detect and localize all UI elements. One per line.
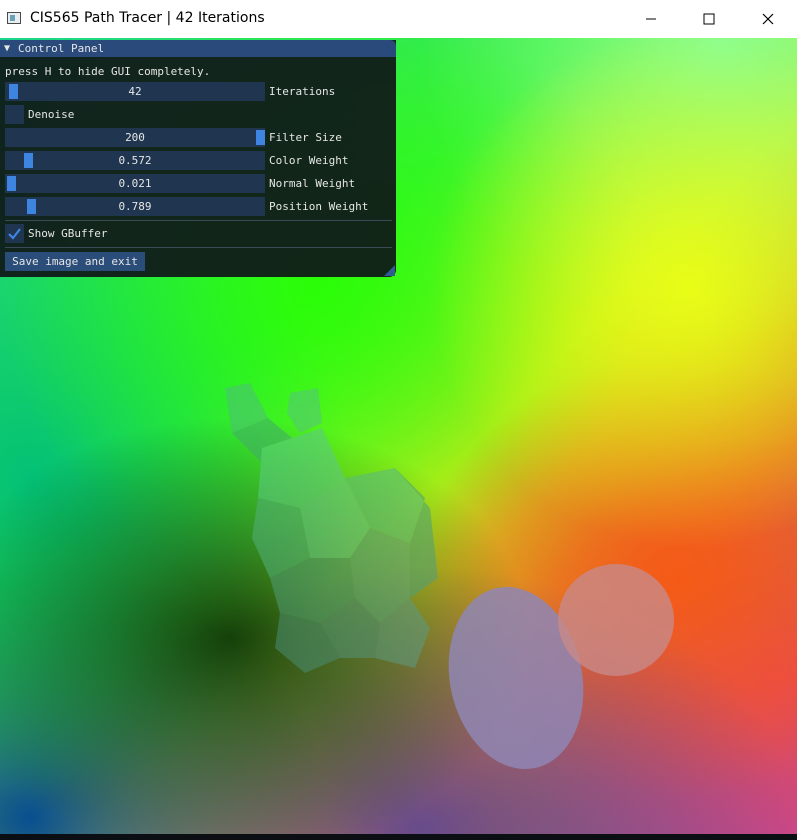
iterations-slider[interactable]: 42 [5, 82, 265, 101]
filter-size-label: Filter Size [269, 131, 342, 144]
close-button[interactable] [739, 0, 797, 38]
control-panel: ▼ Control Panel press H to hide GUI comp… [0, 40, 396, 277]
color-weight-label: Color Weight [269, 154, 349, 167]
maximize-button[interactable] [680, 0, 738, 38]
bunny-mesh [225, 383, 438, 673]
checkmark-icon [8, 228, 21, 240]
resize-grip-icon[interactable] [384, 265, 395, 276]
denoise-checkbox[interactable] [5, 105, 24, 124]
minimize-icon [646, 18, 656, 20]
close-icon [762, 13, 774, 25]
slider-value: 200 [125, 131, 145, 144]
maximize-icon [703, 13, 715, 25]
iterations-label: Iterations [269, 85, 336, 98]
save-and-exit-button[interactable]: Save image and exit [5, 252, 145, 271]
separator [5, 247, 392, 248]
window-title: CIS565 Path Tracer | 42 Iterations [30, 10, 265, 26]
window-title-bar: CIS565 Path Tracer | 42 Iterations [0, 0, 797, 39]
control-panel-header[interactable]: ▼ Control Panel [0, 40, 396, 57]
app-window-icon [7, 12, 21, 24]
denoise-label: Denoise [28, 108, 75, 121]
sphere-far [558, 564, 674, 676]
position-weight-slider[interactable]: 0.789 [5, 197, 265, 216]
normal-weight-label: Normal Weight [269, 177, 356, 190]
filter-size-slider[interactable]: 200 [5, 128, 265, 147]
control-panel-title: Control Panel [18, 42, 105, 55]
slider-value: 0.021 [118, 177, 152, 190]
bottom-strip [0, 834, 797, 840]
show-gbuffer-checkbox[interactable] [5, 224, 24, 243]
slider-value: 0.572 [118, 154, 152, 167]
slider-value: 42 [128, 85, 142, 98]
normal-weight-slider[interactable]: 0.021 [5, 174, 265, 193]
minimize-button[interactable] [622, 0, 680, 38]
color-weight-slider[interactable]: 0.572 [5, 151, 265, 170]
position-weight-label: Position Weight [269, 200, 369, 213]
slider-value: 0.789 [118, 200, 152, 213]
show-gbuffer-label: Show GBuffer [28, 227, 108, 240]
separator [5, 220, 392, 221]
collapse-arrow-icon[interactable]: ▼ [4, 40, 10, 57]
hide-gui-hint: press H to hide GUI completely. [5, 65, 211, 78]
